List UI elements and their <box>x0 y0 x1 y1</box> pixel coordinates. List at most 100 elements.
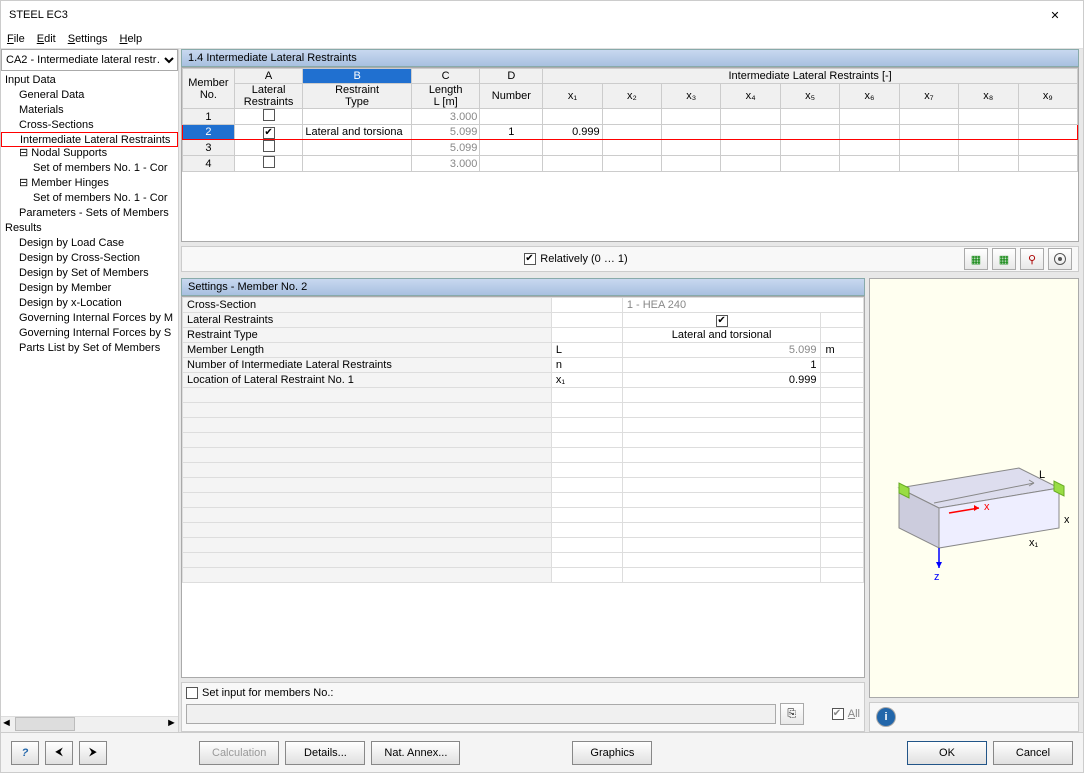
all-checkbox[interactable]: ✔ <box>832 708 844 720</box>
tree-scrollbar[interactable]: ◄► <box>1 716 178 732</box>
details-button[interactable]: Details... <box>285 741 365 765</box>
tree-r2[interactable]: Design by Cross-Section <box>1 251 178 266</box>
pick-members-icon[interactable]: ⎘ <box>780 703 804 725</box>
table-row[interactable]: 4 3.000 <box>183 156 1078 172</box>
col-letter-c[interactable]: C <box>411 69 480 84</box>
table-row-selected[interactable]: 2 ✔ Lateral and torsiona 5.099 1 0.999 <box>183 125 1078 140</box>
tree-member-hinges[interactable]: ⊟ Member Hinges <box>1 176 178 191</box>
col-length: LengthL [m] <box>411 84 480 109</box>
col-ilr-header: Intermediate Lateral Restraints [-] <box>543 69 1078 84</box>
table-row[interactable]: 1 3.000 <box>183 109 1078 125</box>
view-icon[interactable] <box>1048 248 1072 270</box>
titlebar: STEEL EC3 ✕ <box>1 1 1083 29</box>
col-x3: x₃ <box>662 84 721 109</box>
col-letter-d[interactable]: D <box>480 69 543 84</box>
col-number: Number <box>480 84 543 109</box>
checkbox[interactable] <box>263 156 275 168</box>
col-x6: x₆ <box>840 84 899 109</box>
checkbox[interactable] <box>263 140 275 152</box>
cross-section-label: Cross-Section <box>183 298 552 313</box>
col-x2: x₂ <box>602 84 661 109</box>
menu-help[interactable]: Help <box>119 33 142 45</box>
filter-icon[interactable]: ⚲ <box>1020 248 1044 270</box>
set-input-label: Set input for members No.: <box>202 687 333 699</box>
lateral-restraints-checkbox[interactable]: ✔ <box>716 315 728 327</box>
member-length-label: Member Length <box>183 343 552 358</box>
tree-cross-sections[interactable]: Cross-Sections <box>1 118 178 133</box>
next-button[interactable]: ⮞ <box>79 741 107 765</box>
col-x5: x₅ <box>780 84 839 109</box>
restraint-type-value[interactable]: Lateral and torsional <box>622 328 821 343</box>
svg-text:z: z <box>934 571 940 583</box>
svg-text:L: L <box>1039 469 1045 481</box>
tree-r1[interactable]: Design by Load Case <box>1 236 178 251</box>
svg-text:x: x <box>984 501 990 513</box>
menu-file[interactable]: File <box>7 33 25 45</box>
col-x1: x₁ <box>543 84 602 109</box>
col-x4: x₄ <box>721 84 780 109</box>
col-x7: x₇ <box>899 84 958 109</box>
col-letter-a[interactable]: A <box>234 69 303 84</box>
col-letter-b[interactable]: B <box>303 69 412 84</box>
tree-r7[interactable]: Governing Internal Forces by S <box>1 326 178 341</box>
export-icon[interactable]: ▦ <box>964 248 988 270</box>
relatively-checkbox[interactable]: ✔ <box>524 253 536 265</box>
import-icon[interactable]: ▦ <box>992 248 1016 270</box>
num-ilr-label: Number of Intermediate Lateral Restraint… <box>183 358 552 373</box>
tree-r4[interactable]: Design by Member <box>1 281 178 296</box>
relatively-label: Relatively (0 … 1) <box>540 253 627 265</box>
calculation-button[interactable]: Calculation <box>199 741 279 765</box>
graphics-button[interactable]: Graphics <box>572 741 652 765</box>
col-lateral: LateralRestraints <box>234 84 303 109</box>
tree-r5[interactable]: Design by x-Location <box>1 296 178 311</box>
table-row[interactable]: 3 5.099 <box>183 140 1078 156</box>
main-grid[interactable]: MemberNo. A B C D Intermediate Lateral R… <box>181 67 1079 242</box>
settings-grid: Cross-Section 1 - HEA 240 Lateral Restrai… <box>181 296 865 678</box>
restraint-type-label: Restraint Type <box>183 328 552 343</box>
settings-title: Settings - Member No. 2 <box>181 278 865 296</box>
tree-r3[interactable]: Design by Set of Members <box>1 266 178 281</box>
help-button[interactable]: ? <box>11 741 39 765</box>
nat-annex-button[interactable]: Nat. Annex... <box>371 741 460 765</box>
location-value[interactable]: 0.999 <box>622 373 821 388</box>
member-length-value: 5.099 <box>622 343 821 358</box>
lateral-restraints-label: Lateral Restraints <box>183 313 552 328</box>
tree: Input Data General Data Materials Cross-… <box>1 71 178 716</box>
case-dropdown[interactable]: CA2 - Intermediate lateral restr… <box>1 49 178 71</box>
tree-set1a[interactable]: Set of members No. 1 - Cor <box>1 161 178 176</box>
num-ilr-value[interactable]: 1 <box>622 358 821 373</box>
info-icon[interactable]: i <box>876 707 896 727</box>
col-x8: x₈ <box>959 84 1018 109</box>
tree-input-data[interactable]: Input Data <box>1 73 178 88</box>
menu-settings[interactable]: Settings <box>68 33 108 45</box>
svg-text:x₂: x₂ <box>1064 514 1069 526</box>
panel-title: 1.4 Intermediate Lateral Restraints <box>181 49 1079 67</box>
window-title: STEEL EC3 <box>9 9 1035 21</box>
svg-text:x₁: x₁ <box>1029 537 1039 549</box>
tree-r6[interactable]: Governing Internal Forces by M <box>1 311 178 326</box>
all-label: All <box>848 708 860 720</box>
menu-edit[interactable]: Edit <box>37 33 56 45</box>
checkbox[interactable] <box>263 109 275 121</box>
preview-image: L x z x₂ x₁ <box>869 278 1079 698</box>
set-input-checkbox[interactable] <box>186 687 198 699</box>
tree-materials[interactable]: Materials <box>1 103 178 118</box>
col-x9: x₉ <box>1018 84 1078 109</box>
checkbox-checked[interactable]: ✔ <box>263 127 275 139</box>
close-icon[interactable]: ✕ <box>1035 1 1075 29</box>
set-input-field[interactable] <box>186 704 776 724</box>
tree-r8[interactable]: Parts List by Set of Members <box>1 341 178 356</box>
cross-section-value: 1 - HEA 240 <box>622 298 863 313</box>
cancel-button[interactable]: Cancel <box>993 741 1073 765</box>
menubar: File Edit Settings Help <box>1 29 1083 49</box>
tree-set1b[interactable]: Set of members No. 1 - Cor <box>1 191 178 206</box>
tree-params[interactable]: Parameters - Sets of Members <box>1 206 178 221</box>
location-label: Location of Lateral Restraint No. 1 <box>183 373 552 388</box>
tree-nodal-supports[interactable]: ⊟ Nodal Supports <box>1 146 178 161</box>
tree-intermediate-lateral-restraints[interactable]: Intermediate Lateral Restraints <box>1 132 178 147</box>
tree-results[interactable]: Results <box>1 221 178 236</box>
col-member-no: MemberNo. <box>183 69 235 109</box>
prev-button[interactable]: ⮜ <box>45 741 73 765</box>
tree-general-data[interactable]: General Data <box>1 88 178 103</box>
ok-button[interactable]: OK <box>907 741 987 765</box>
